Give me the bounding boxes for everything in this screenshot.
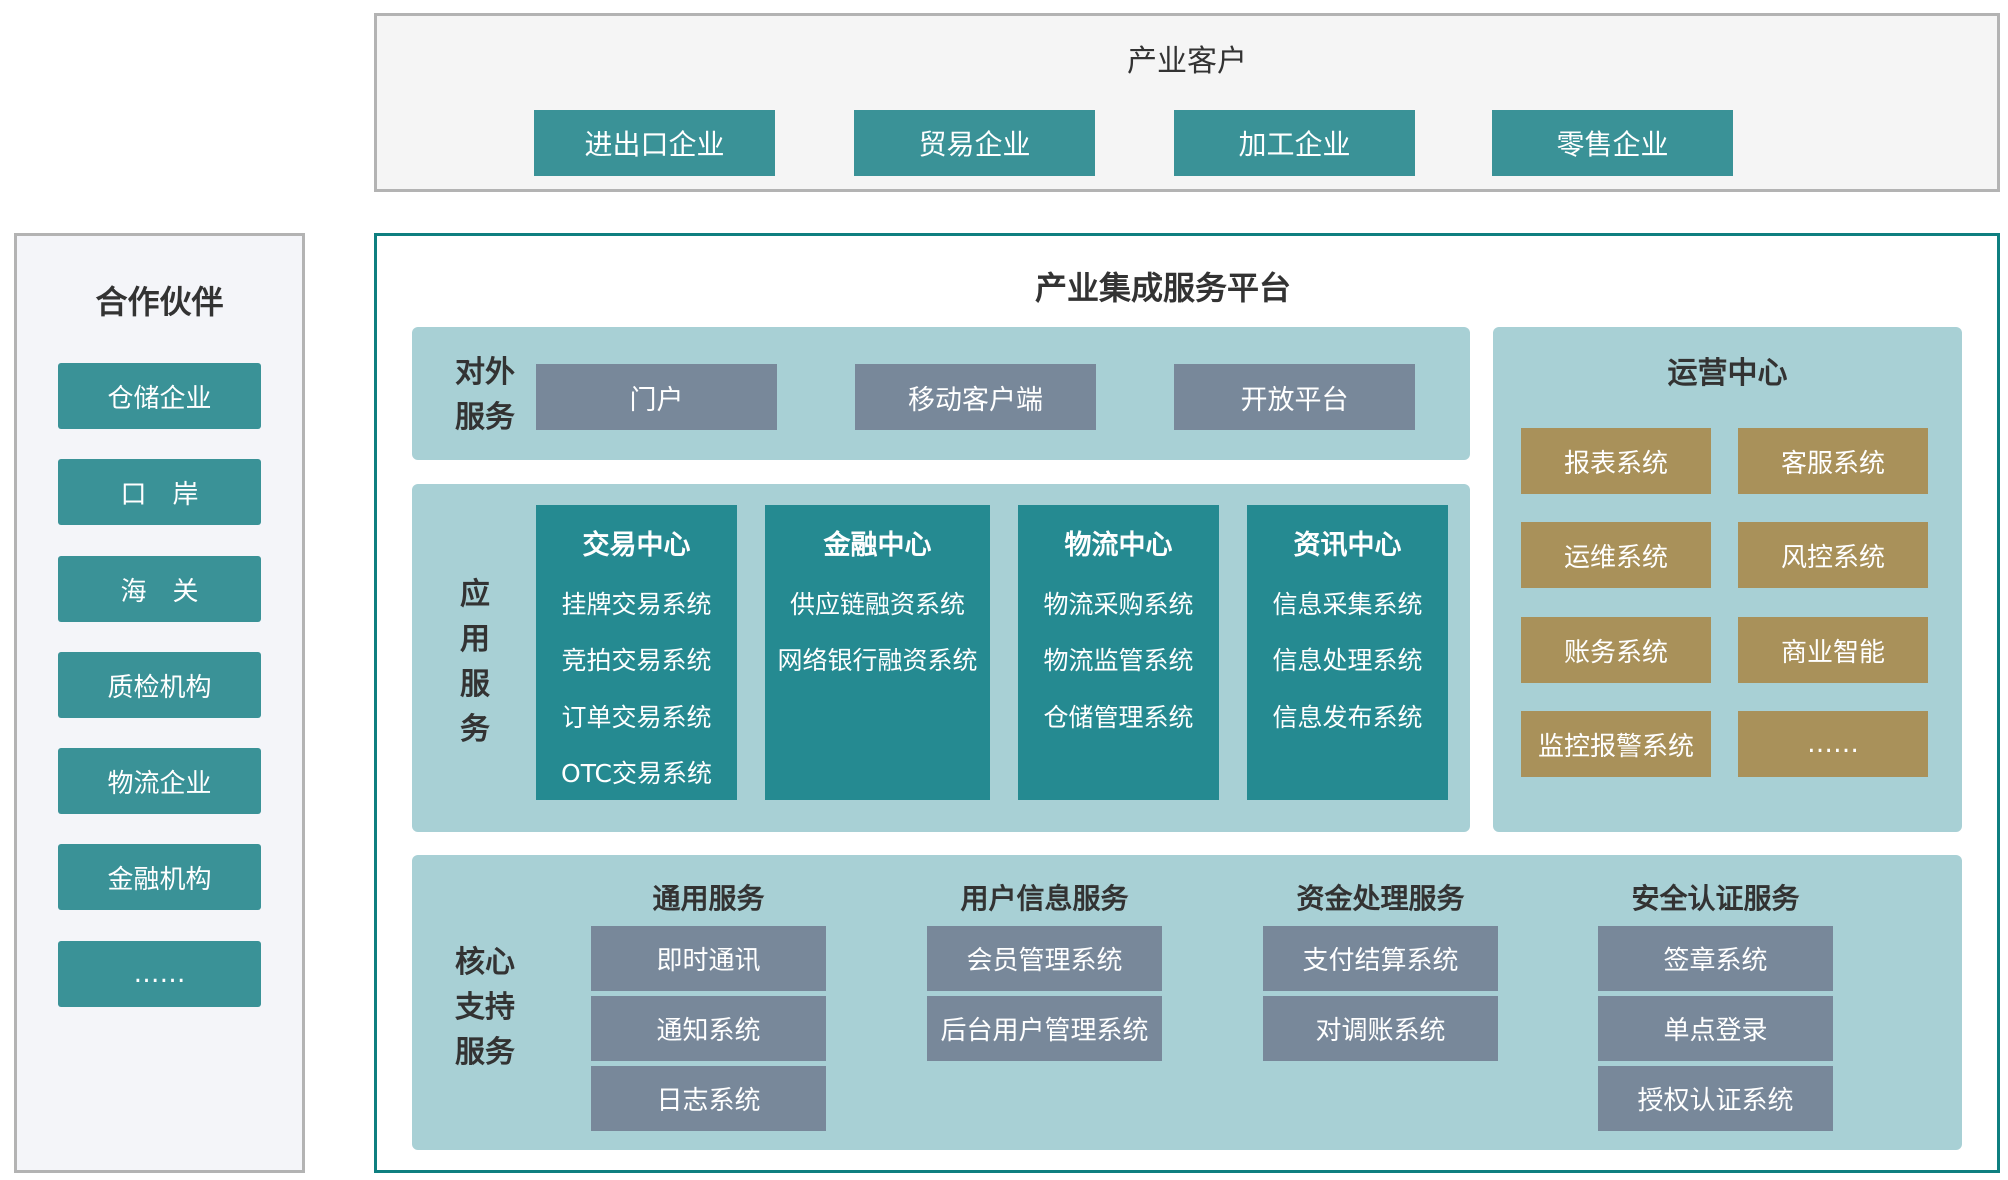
trading-system-listing: 挂牌交易系统: [561, 590, 712, 619]
portal-box: 门户: [536, 364, 777, 430]
logistics-system-warehouse: 仓储管理系统: [1043, 703, 1194, 732]
ops-business-intelligence: 商业智能: [1738, 617, 1928, 683]
open-platform-box: 开放平台: [1174, 364, 1415, 430]
information-center: 资讯中心 信息采集系统 信息处理系统 信息发布系统: [1247, 505, 1448, 800]
partner-inspection: 质检机构: [58, 652, 261, 718]
partners-title: 合作伙伴: [95, 283, 224, 321]
ops-monitoring-alarm: 监控报警系统: [1521, 711, 1711, 777]
partner-more: ……: [58, 941, 261, 1007]
trading-system-auction: 竞拍交易系统: [561, 646, 712, 675]
ops-customer-service: 客服系统: [1738, 428, 1928, 494]
ops-risk-control: 风控系统: [1738, 522, 1928, 588]
core-notification-system: 通知系统: [591, 996, 826, 1061]
core-label-line1: 核心: [455, 945, 515, 980]
app-label-char3: 服: [460, 667, 490, 702]
customer-import-export: 进出口企业: [534, 110, 775, 176]
core-payment-settlement: 支付结算系统: [1263, 926, 1498, 991]
trading-system-order: 订单交易系统: [561, 703, 712, 732]
core-label-line3: 服务: [455, 1035, 515, 1070]
logistics-system-procurement: 物流采购系统: [1043, 590, 1194, 619]
ops-report-system: 报表系统: [1521, 428, 1711, 494]
partner-customs: 海 关: [58, 556, 261, 622]
core-member-management: 会员管理系统: [927, 926, 1162, 991]
customer-retail: 零售企业: [1492, 110, 1733, 176]
logistics-system-supervision: 物流监管系统: [1043, 646, 1194, 675]
core-group-general-title: 通用服务: [652, 882, 765, 915]
mobile-client-box: 移动客户端: [855, 364, 1096, 430]
core-backend-user-management: 后台用户管理系统: [927, 996, 1162, 1061]
core-single-sign-on: 单点登录: [1598, 996, 1833, 1061]
external-label-line2: 服务: [455, 400, 515, 435]
operations-center-title: 运营中心: [1667, 356, 1788, 391]
finance-system-online-bank: 网络银行融资系统: [777, 646, 978, 675]
info-system-collection: 信息采集系统: [1272, 590, 1423, 619]
ops-more: ……: [1738, 711, 1928, 777]
ops-accounting-system: 账务系统: [1521, 617, 1711, 683]
core-signature-system: 签章系统: [1598, 926, 1833, 991]
trading-center: 交易中心 挂牌交易系统 竞拍交易系统 订单交易系统 OTC交易系统: [536, 505, 737, 800]
application-services-label: 应 用 服 务: [452, 572, 498, 752]
core-reconciliation: 对调账系统: [1263, 996, 1498, 1061]
information-center-title: 资讯中心: [1293, 530, 1402, 561]
customer-processing: 加工企业: [1174, 110, 1415, 176]
finance-system-supply-chain: 供应链融资系统: [789, 590, 965, 619]
trading-system-otc: OTC交易系统: [561, 759, 712, 788]
core-services-label: 核心 支持 服务: [450, 940, 520, 1075]
core-group-user-info-title: 用户信息服务: [960, 882, 1129, 915]
platform-title: 产业集成服务平台: [1034, 269, 1291, 307]
info-system-processing: 信息处理系统: [1272, 646, 1423, 675]
app-label-char4: 务: [460, 712, 490, 747]
core-authorization-system: 授权认证系统: [1598, 1066, 1833, 1131]
external-label-line1: 对外: [455, 355, 515, 390]
app-label-char2: 用: [460, 622, 490, 657]
logistics-center: 物流中心 物流采购系统 物流监管系统 仓储管理系统: [1018, 505, 1219, 800]
core-log-system: 日志系统: [591, 1066, 826, 1131]
external-services-label: 对外 服务: [450, 350, 520, 440]
partner-port: 口 岸: [58, 459, 261, 525]
ops-maintenance-system: 运维系统: [1521, 522, 1711, 588]
core-group-security-title: 安全认证服务: [1631, 882, 1800, 915]
trading-center-title: 交易中心: [582, 530, 691, 561]
info-system-publishing: 信息发布系统: [1272, 703, 1423, 732]
finance-center-title: 金融中心: [823, 530, 932, 561]
logistics-center-title: 物流中心: [1064, 530, 1173, 561]
finance-center: 金融中心 供应链融资系统 网络银行融资系统: [765, 505, 990, 800]
partner-warehouse: 仓储企业: [58, 363, 261, 429]
partner-finance: 金融机构: [58, 844, 261, 910]
partner-logistics: 物流企业: [58, 748, 261, 814]
core-group-funds-title: 资金处理服务: [1296, 882, 1465, 915]
core-instant-messaging: 即时通讯: [591, 926, 826, 991]
customers-title: 产业客户: [1127, 44, 1247, 79]
customer-trade: 贸易企业: [854, 110, 1095, 176]
app-label-char1: 应: [460, 577, 490, 612]
core-label-line2: 支持: [455, 990, 515, 1025]
